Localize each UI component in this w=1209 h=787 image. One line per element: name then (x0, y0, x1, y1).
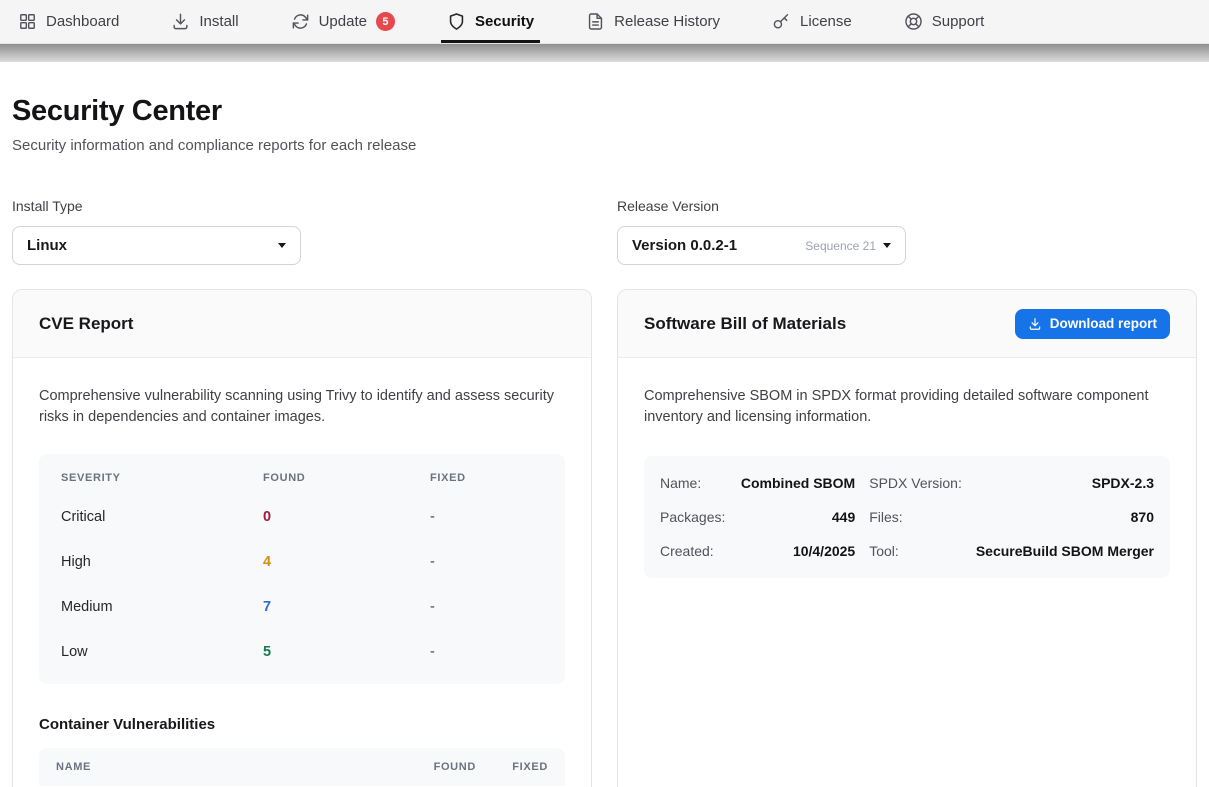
sbom-card-header: Software Bill of Materials Download repo… (618, 290, 1196, 358)
install-type-label: Install Type (12, 198, 592, 214)
dashboard-grid-icon (18, 12, 37, 31)
severity-row-label: High (61, 539, 263, 584)
sbom-detail-value: SPDX-2.3 (976, 466, 1154, 500)
cve-report-card: CVE Report Comprehensive vulnerability s… (12, 289, 592, 787)
scroll-shadow-strip (0, 44, 1209, 62)
severity-found-count: 0 (263, 494, 430, 539)
release-version-label: Release Version (617, 198, 1197, 214)
key-icon (772, 12, 791, 31)
main-content: Security Center Security information and… (0, 95, 1209, 787)
nav-label-install: Install (199, 13, 238, 30)
found-col-header: Found (263, 458, 430, 494)
chevron-down-icon (883, 243, 891, 248)
nav-item-update[interactable]: Update 5 (285, 0, 401, 43)
report-cards: CVE Report Comprehensive vulnerability s… (12, 289, 1197, 787)
top-navigation: Dashboard Install Update 5 Security Rele… (0, 0, 1209, 44)
download-report-button[interactable]: Download report (1015, 309, 1170, 339)
container-vulnerabilities-title: Container Vulnerabilities (39, 716, 565, 733)
sbom-card-body: Comprehensive SBOM in SPDX format provid… (618, 358, 1196, 606)
severity-row-label: Low (61, 629, 263, 674)
sbom-detail-label: Files: (869, 500, 962, 534)
severity-found-count: 7 (263, 584, 430, 629)
container-found-col-header: Found (384, 761, 476, 773)
install-type-filter: Install Type Linux (12, 198, 592, 265)
document-icon (586, 12, 605, 31)
severity-fixed-value: - (430, 629, 543, 674)
sbom-detail-label: Tool: (869, 534, 962, 568)
refresh-icon (291, 12, 310, 31)
nav-item-license[interactable]: License (766, 0, 858, 43)
install-type-select[interactable]: Linux (12, 226, 301, 265)
sbom-details-table: Name: Combined SBOM SPDX Version: SPDX-2… (644, 456, 1170, 578)
severity-table: Severity Found Fixed Critical 0 - High 4… (39, 454, 565, 684)
nav-label-security: Security (475, 13, 534, 30)
nav-item-support[interactable]: Support (898, 0, 991, 43)
cve-card-header: CVE Report (13, 290, 591, 358)
sbom-detail-value: 870 (976, 500, 1154, 534)
nav-label-support: Support (932, 13, 985, 30)
severity-row-label: Critical (61, 494, 263, 539)
severity-fixed-value: - (430, 584, 543, 629)
nav-item-security[interactable]: Security (441, 0, 540, 43)
cve-card-title: CVE Report (39, 314, 133, 334)
sbom-detail-value: Combined SBOM (739, 466, 855, 500)
container-fixed-col-header: Fixed (476, 761, 548, 773)
download-report-label: Download report (1050, 316, 1157, 331)
severity-found-count: 4 (263, 539, 430, 584)
nav-item-install[interactable]: Install (165, 0, 244, 43)
severity-found-count: 5 (263, 629, 430, 674)
lifebuoy-icon (904, 12, 923, 31)
download-icon (1028, 317, 1042, 331)
sbom-detail-label: Name: (660, 466, 725, 500)
chevron-down-icon (278, 243, 286, 248)
nav-label-license: License (800, 13, 852, 30)
release-version-filter: Release Version Version 0.0.2-1 Sequence… (617, 198, 1197, 265)
sbom-description: Comprehensive SBOM in SPDX format provid… (644, 386, 1170, 428)
nav-label-dashboard: Dashboard (46, 13, 119, 30)
nav-item-dashboard[interactable]: Dashboard (12, 0, 125, 43)
severity-fixed-value: - (430, 494, 543, 539)
sbom-detail-value: 10/4/2025 (739, 534, 855, 568)
fixed-col-header: Fixed (430, 458, 543, 494)
shield-icon (447, 12, 466, 31)
release-sequence-label: Sequence 21 (805, 239, 876, 253)
update-count-badge: 5 (376, 12, 395, 31)
install-type-value: Linux (27, 237, 67, 254)
severity-row-label: Medium (61, 584, 263, 629)
container-vulns-table-header: Name Found Fixed (39, 748, 565, 786)
filters-row: Install Type Linux Release Version Versi… (12, 198, 1197, 265)
sbom-card-title: Software Bill of Materials (644, 314, 846, 334)
nav-item-release-history[interactable]: Release History (580, 0, 726, 43)
sbom-detail-value: SecureBuild SBOM Merger (976, 534, 1154, 568)
cve-card-body: Comprehensive vulnerability scanning usi… (13, 358, 591, 787)
page-title: Security Center (12, 95, 1197, 128)
nav-label-release-history: Release History (614, 13, 720, 30)
severity-fixed-value: - (430, 539, 543, 584)
cve-description: Comprehensive vulnerability scanning usi… (39, 386, 565, 428)
sbom-detail-label: SPDX Version: (869, 466, 962, 500)
container-name-col-header: Name (56, 761, 384, 773)
release-version-value: Version 0.0.2-1 (632, 237, 737, 254)
severity-col-header: Severity (61, 458, 263, 494)
release-version-select[interactable]: Version 0.0.2-1 Sequence 21 (617, 226, 906, 265)
sbom-card: Software Bill of Materials Download repo… (617, 289, 1197, 787)
download-icon (171, 12, 190, 31)
sbom-detail-label: Packages: (660, 500, 725, 534)
nav-label-update: Update (319, 13, 367, 30)
page-subtitle: Security information and compliance repo… (12, 137, 1197, 154)
sbom-detail-label: Created: (660, 534, 725, 568)
sbom-detail-value: 449 (739, 500, 855, 534)
